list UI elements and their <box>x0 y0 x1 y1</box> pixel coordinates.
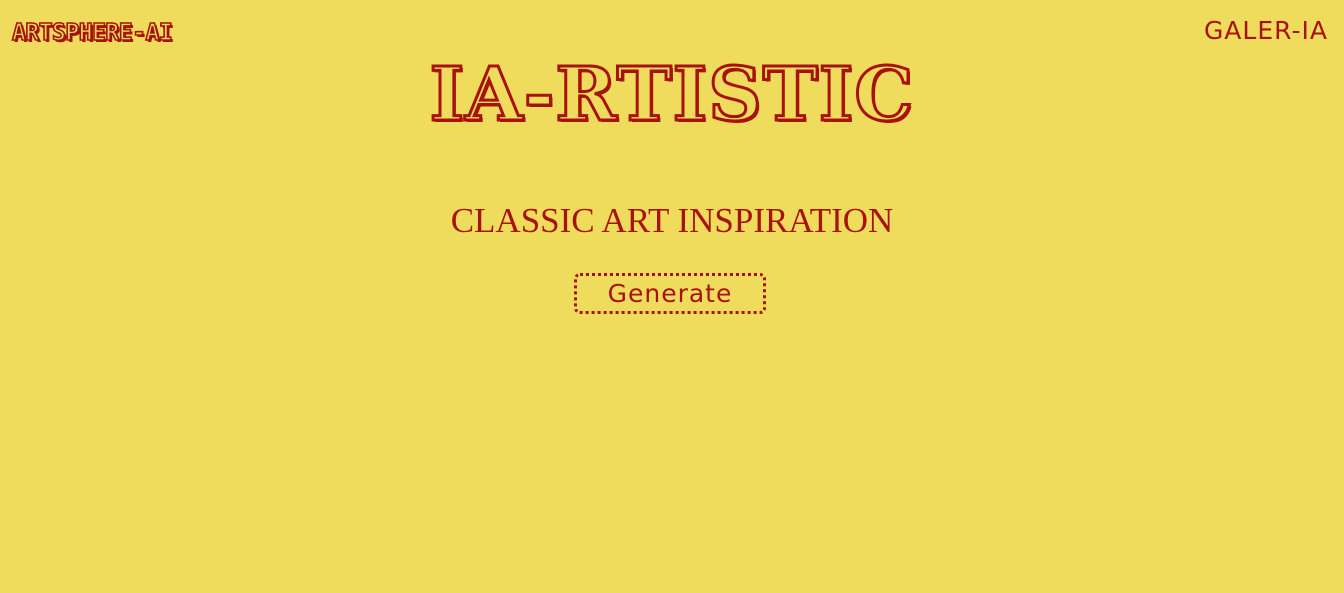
hero-title: IA-RTISTIC <box>428 51 915 140</box>
brand-logo-link[interactable]: ARTSPHERE-AI <box>11 19 173 47</box>
gallery-nav-link[interactable]: GALER-IA <box>1204 16 1328 45</box>
hero-subtitle: CLASSIC ART INSPIRATION <box>450 201 894 240</box>
generate-button[interactable]: Generate <box>574 273 766 314</box>
